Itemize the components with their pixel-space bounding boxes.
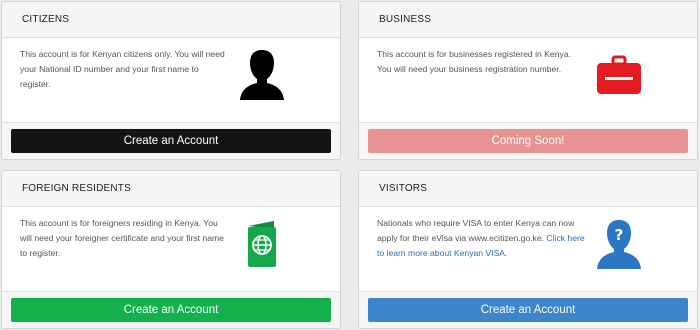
card-footer: Create an Account <box>359 291 697 328</box>
create-account-button[interactable]: Create an Account <box>11 298 331 322</box>
card-title: BUSINESS <box>359 2 697 38</box>
visitors-card: VISITORS Nationals who require VISA to e… <box>358 170 698 329</box>
citizens-card: CITIZENS This account is for Kenyan citi… <box>1 1 341 160</box>
business-card: BUSINESS This account is for businesses … <box>358 1 698 160</box>
create-account-button[interactable]: Create an Account <box>11 129 331 153</box>
card-title: CITIZENS <box>2 2 340 38</box>
person-silhouette-icon <box>240 50 284 100</box>
foreign-residents-card: FOREIGN RESIDENTS This account is for fo… <box>1 170 341 329</box>
card-body: This account is for Kenyan citizens only… <box>2 38 340 122</box>
card-description: Nationals who require VISA to enter Keny… <box>377 216 587 261</box>
card-description: This account is for foreigners residing … <box>20 218 224 258</box>
card-body: Nationals who require VISA to enter Keny… <box>359 207 697 291</box>
card-body: This account is for foreigners residing … <box>2 207 340 291</box>
card-title: VISITORS <box>359 171 697 207</box>
card-body: This account is for businesses registere… <box>359 38 697 122</box>
card-description: This account is for businesses registere… <box>377 49 571 74</box>
card-footer: Create an Account <box>2 122 340 159</box>
question-person-icon: ? <box>597 220 641 269</box>
card-footer: Coming Soon! <box>359 122 697 159</box>
coming-soon-button[interactable]: Coming Soon! <box>368 129 688 153</box>
svg-text:?: ? <box>615 226 624 244</box>
card-title: FOREIGN RESIDENTS <box>2 171 340 207</box>
card-footer: Create an Account <box>2 291 340 328</box>
briefcase-icon <box>597 55 641 94</box>
passport-icon <box>248 221 276 267</box>
visitors-description-text: Nationals who require VISA to enter Keny… <box>377 218 575 243</box>
card-description: This account is for Kenyan citizens only… <box>20 49 225 89</box>
create-account-button[interactable]: Create an Account <box>368 298 688 322</box>
